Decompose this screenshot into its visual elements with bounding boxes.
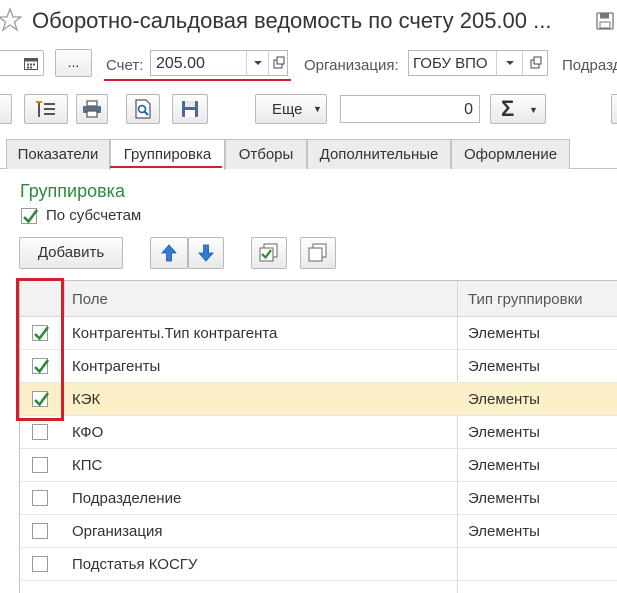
preview-button[interactable] (126, 94, 160, 124)
more-button[interactable]: Еще ▼ (255, 94, 327, 124)
row-field-name: КЭК (72, 391, 101, 408)
chevron-down-icon: ▼ (529, 105, 538, 115)
dropdown-arrow-icon (506, 61, 514, 65)
row-field-name: Подстатья КОСГУ (72, 556, 198, 573)
account-dropdown-button[interactable] (246, 51, 268, 75)
check-all-icon (259, 243, 278, 262)
toolbar: Еще ▼ 0 Σ ▼ (0, 92, 617, 126)
list-settings-icon (36, 101, 55, 117)
tab-indicators[interactable]: Показатели (6, 139, 110, 169)
row-field-name: Организация (72, 523, 163, 540)
uncheck-all-button[interactable] (300, 237, 336, 269)
table-row[interactable]: Контрагенты Элементы (20, 350, 617, 383)
period-select-button[interactable]: ... (55, 49, 92, 77)
row-grouping-type: Элементы (468, 358, 540, 375)
move-up-button[interactable] (150, 237, 188, 269)
organization-field[interactable]: ГОБУ ВПО (408, 50, 548, 76)
sum-mode-button[interactable]: Σ ▼ (490, 94, 546, 124)
organization-dropdown-button[interactable] (496, 51, 522, 75)
row-checkbox[interactable] (32, 424, 48, 440)
arrow-up-icon (161, 244, 177, 262)
column-divider (64, 281, 65, 317)
organization-value: ГОБУ ВПО (413, 55, 488, 72)
uncheck-all-icon (308, 243, 327, 262)
organization-open-button[interactable] (522, 51, 548, 75)
favorite-star-icon[interactable] (0, 6, 22, 34)
open-icon (273, 56, 285, 69)
sigma-icon: Σ (501, 96, 515, 121)
table-row[interactable]: КПС Элементы (20, 449, 617, 482)
account-label: Счет: (106, 57, 144, 74)
table-row[interactable]: Подстатья КОСГУ (20, 548, 617, 581)
by-subaccounts-label: По субсчетам (46, 207, 142, 224)
filter-row: ... Счет: 205.00 Организация: ГОБУ ВПО П… (0, 48, 617, 82)
settings-list-button[interactable] (24, 94, 68, 124)
add-button[interactable]: Добавить (19, 237, 123, 269)
save-icon[interactable] (596, 12, 614, 30)
row-checkbox[interactable] (32, 490, 48, 506)
check-all-button[interactable] (251, 237, 287, 269)
row-grouping-type: Элементы (468, 391, 540, 408)
checkbox-column-highlight (16, 278, 64, 421)
generate-button[interactable] (0, 94, 12, 124)
row-grouping-type: Элементы (468, 457, 540, 474)
table-row[interactable]: Подразделение Элементы (20, 482, 617, 515)
overflow-button[interactable] (611, 94, 617, 124)
account-open-button[interactable] (268, 51, 288, 75)
row-field-name: КПС (72, 457, 103, 474)
row-grouping-type: Элементы (468, 424, 540, 441)
dropdown-arrow-icon (254, 61, 262, 65)
table-row[interactable]: КФО Элементы (20, 416, 617, 449)
row-field-name: Подразделение (72, 490, 182, 507)
by-subaccounts-checkbox[interactable] (21, 208, 39, 224)
row-checkbox[interactable] (32, 556, 48, 572)
table-row[interactable]: КЭК Элементы (20, 383, 617, 416)
row-checkbox[interactable] (32, 523, 48, 539)
tab-filters[interactable]: Отборы (225, 139, 307, 169)
printer-icon (83, 100, 101, 118)
grouping-section-title: Группировка (20, 181, 125, 201)
title-bar: Оборотно-сальдовая ведомость по счету 20… (0, 0, 617, 44)
chevron-down-icon: ▼ (313, 104, 322, 114)
row-field-name: Контрагенты.Тип контрагента (72, 325, 278, 342)
tab-appearance[interactable]: Оформление (451, 139, 570, 169)
row-checkbox[interactable] (32, 457, 48, 473)
organization-label: Организация: (304, 57, 399, 74)
window-title: Оборотно-сальдовая ведомость по счету 20… (32, 8, 552, 33)
checkmark-icon (23, 209, 39, 224)
more-label: Еще (272, 101, 303, 118)
row-field-name: КФО (72, 424, 104, 441)
print-preview-icon (135, 99, 151, 119)
print-button[interactable] (76, 94, 108, 124)
floppy-disk-icon (182, 101, 198, 117)
row-grouping-type: Элементы (468, 490, 540, 507)
table-row[interactable]: Контрагенты.Тип контрагента Элементы (20, 317, 617, 350)
arrow-down-icon (198, 244, 214, 262)
account-field[interactable]: 205.00 (150, 50, 288, 76)
row-field-name: Контрагенты (72, 358, 161, 375)
calendar-icon[interactable] (24, 57, 38, 70)
division-label: Подраздел (562, 57, 617, 74)
column-header-field: Поле (72, 291, 108, 308)
date-field[interactable] (0, 50, 44, 76)
tab-additional[interactable]: Дополнительные (307, 139, 451, 169)
move-down-button[interactable] (188, 237, 224, 269)
settings-tabs: Показатели Группировка Отборы Дополнител… (0, 139, 617, 170)
sum-value: 0 (464, 101, 473, 118)
row-grouping-type: Элементы (468, 523, 540, 540)
account-highlight-underline (104, 79, 291, 81)
row-grouping-type: Элементы (468, 325, 540, 342)
open-icon (530, 56, 542, 69)
account-value: 205.00 (156, 55, 205, 72)
save-report-button[interactable] (172, 94, 208, 124)
column-header-grouping-type: Тип группировки (468, 291, 583, 308)
table-header: Поле Тип группировки (20, 281, 617, 317)
grouping-table: Поле Тип группировки Контрагенты.Тип кон… (19, 280, 617, 593)
grouping-tab-highlight-underline (110, 166, 222, 168)
table-row[interactable]: Организация Элементы (20, 515, 617, 548)
sum-field[interactable]: 0 (340, 95, 480, 123)
